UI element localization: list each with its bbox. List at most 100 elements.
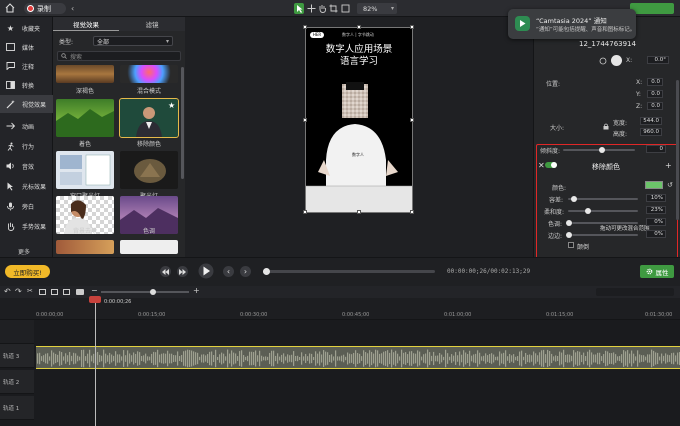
resize-handle[interactable] xyxy=(303,118,307,122)
rail-item-voice-narration[interactable]: 旁白 xyxy=(0,197,53,215)
rotation-value[interactable]: 0.0° xyxy=(647,56,669,64)
effects-scrollbar[interactable] xyxy=(181,67,184,179)
next-marker-button[interactable]: › xyxy=(240,266,251,277)
playhead[interactable] xyxy=(95,297,96,426)
cut-icon[interactable]: ✂ xyxy=(27,287,33,295)
rail-item-gesture-effects[interactable]: 手势效果 xyxy=(0,217,53,235)
hand-tool-icon[interactable] xyxy=(318,4,327,13)
scrub-bar[interactable] xyxy=(263,270,435,273)
softness-field[interactable]: 23% xyxy=(646,206,666,214)
effect-thumb-more-1[interactable] xyxy=(56,240,114,254)
track-1-header[interactable]: 轨道 1 xyxy=(0,396,34,420)
timeline-zoom-knob[interactable] xyxy=(150,289,156,295)
z-field[interactable]: 0.0 xyxy=(647,102,663,110)
home-icon[interactable] xyxy=(5,3,15,13)
rail-item-cursor-effects[interactable]: 光标效果 xyxy=(0,177,53,195)
redo-icon[interactable]: ↷ xyxy=(15,287,22,296)
split-icon[interactable] xyxy=(63,289,70,295)
effect-thumb-more-2[interactable] xyxy=(120,240,178,254)
timeline-search-field[interactable] xyxy=(596,288,674,296)
rotate-z-icon[interactable] xyxy=(599,57,607,65)
effect-thumb-sepia[interactable] xyxy=(56,65,114,83)
effect-thumb-window-spotlight[interactable] xyxy=(56,151,114,189)
timeline-ruler[interactable] xyxy=(0,298,680,320)
key-color-swatch[interactable] xyxy=(645,181,663,189)
delete-effect-icon[interactable]: ✕ xyxy=(538,161,545,170)
track-3-header[interactable]: 轨道 3 xyxy=(0,344,34,368)
effect-thumb-remove-color[interactable]: ★ xyxy=(119,98,179,138)
properties-button[interactable]: 属性 xyxy=(640,265,674,278)
timeline-zoom-slider[interactable] xyxy=(101,291,189,293)
tab-visual-effects[interactable]: 视觉效果 xyxy=(53,17,119,31)
zoom-select[interactable]: 82% ▾ xyxy=(357,3,397,14)
paste-icon[interactable] xyxy=(51,289,58,295)
fit-tool-icon[interactable] xyxy=(341,4,350,13)
resize-handle[interactable] xyxy=(357,25,361,29)
edge-slider-knob[interactable] xyxy=(566,232,572,238)
notification-banner[interactable]: “Camtasia 2024” 通知 “通知”可能包括提醒、声音和图标标记。 xyxy=(508,9,636,39)
timeline-clip[interactable] xyxy=(36,346,680,369)
effect-thumb-colorize[interactable] xyxy=(56,99,114,137)
playhead-handle[interactable] xyxy=(89,296,101,303)
copy-icon[interactable] xyxy=(39,289,46,295)
resize-handle[interactable] xyxy=(410,118,414,122)
rewind-button[interactable] xyxy=(160,266,171,277)
properties-scrollbar[interactable] xyxy=(676,80,679,220)
pan-tool-icon[interactable] xyxy=(307,4,316,13)
favorite-star-icon[interactable]: ★ xyxy=(168,101,175,110)
x-field[interactable]: 0.0 xyxy=(647,78,663,86)
resize-handle[interactable] xyxy=(410,25,414,29)
camera-icon[interactable] xyxy=(76,289,84,295)
record-button[interactable]: 录制 xyxy=(24,3,66,14)
rail-item-annotations[interactable]: 注释 xyxy=(0,57,53,75)
hue-slider-knob[interactable] xyxy=(566,220,572,226)
edge-slider[interactable] xyxy=(572,234,638,236)
crop-tool-icon[interactable] xyxy=(329,4,338,13)
buy-now-button[interactable]: 立即购买! xyxy=(5,265,50,278)
resize-handle[interactable] xyxy=(303,25,307,29)
effect-thumb-spotlight[interactable] xyxy=(120,151,178,189)
resize-handle[interactable] xyxy=(410,210,414,214)
tolerance-field[interactable]: 10% xyxy=(646,194,666,202)
rail-item-audio-effects[interactable]: 音效 xyxy=(0,157,53,175)
rail-item-visual-effects[interactable]: 视觉效果 xyxy=(0,95,53,113)
resize-handle[interactable] xyxy=(303,210,307,214)
rotation-dial[interactable] xyxy=(611,55,622,66)
width-field[interactable]: 544.0 xyxy=(640,117,662,125)
lock-icon[interactable] xyxy=(603,123,609,130)
rail-item-media[interactable]: 媒体 xyxy=(0,38,53,56)
export-button[interactable] xyxy=(630,3,674,14)
more-link[interactable]: 更多 xyxy=(18,247,30,256)
rail-item-animation[interactable]: 动画 xyxy=(0,117,53,135)
video-preview[interactable]: HER 数字人 | 字节跳动 数字人应用场景 语言学习 数字人 xyxy=(305,27,413,213)
resize-handle[interactable] xyxy=(357,210,361,214)
zoom-out-icon[interactable]: − xyxy=(91,286,98,295)
y-field[interactable]: 0.0 xyxy=(647,90,663,98)
category-select[interactable]: 全部 ▾ xyxy=(93,36,173,46)
softness-slider-knob[interactable] xyxy=(585,208,591,214)
tab-filters[interactable]: 滤镜 xyxy=(119,17,185,31)
effect-toggle[interactable] xyxy=(545,162,557,168)
rail-item-favorites[interactable]: ★ 收藏夹 xyxy=(0,19,53,37)
step-forward-button[interactable] xyxy=(177,266,188,277)
tolerance-slider-knob[interactable] xyxy=(571,196,577,202)
previous-marker-button[interactable]: ‹ xyxy=(223,266,234,277)
hue-field[interactable]: 0% xyxy=(646,218,666,226)
rail-item-behaviors[interactable]: 行为 xyxy=(0,137,53,155)
search-input[interactable]: 搜索 xyxy=(57,51,181,61)
track-2-header[interactable]: 轨道 2 xyxy=(0,370,34,394)
edge-field[interactable]: 0% xyxy=(646,230,666,238)
zoom-in-icon[interactable]: + xyxy=(193,286,200,295)
rail-item-transitions[interactable]: 转换 xyxy=(0,76,53,94)
effect-thumb-blend-mode[interactable] xyxy=(120,65,178,83)
invert-checkbox[interactable] xyxy=(568,242,574,248)
undo-icon[interactable]: ↶ xyxy=(4,287,11,296)
tolerance-slider[interactable] xyxy=(568,198,638,200)
select-tool-icon[interactable] xyxy=(294,3,304,14)
add-icon[interactable]: + xyxy=(665,161,672,170)
reset-icon[interactable]: ↺ xyxy=(667,181,673,189)
height-field[interactable]: 960.0 xyxy=(640,128,662,136)
chevron-left-icon[interactable]: ‹ xyxy=(71,4,74,13)
softness-slider[interactable] xyxy=(568,210,638,212)
play-button[interactable] xyxy=(198,263,214,279)
